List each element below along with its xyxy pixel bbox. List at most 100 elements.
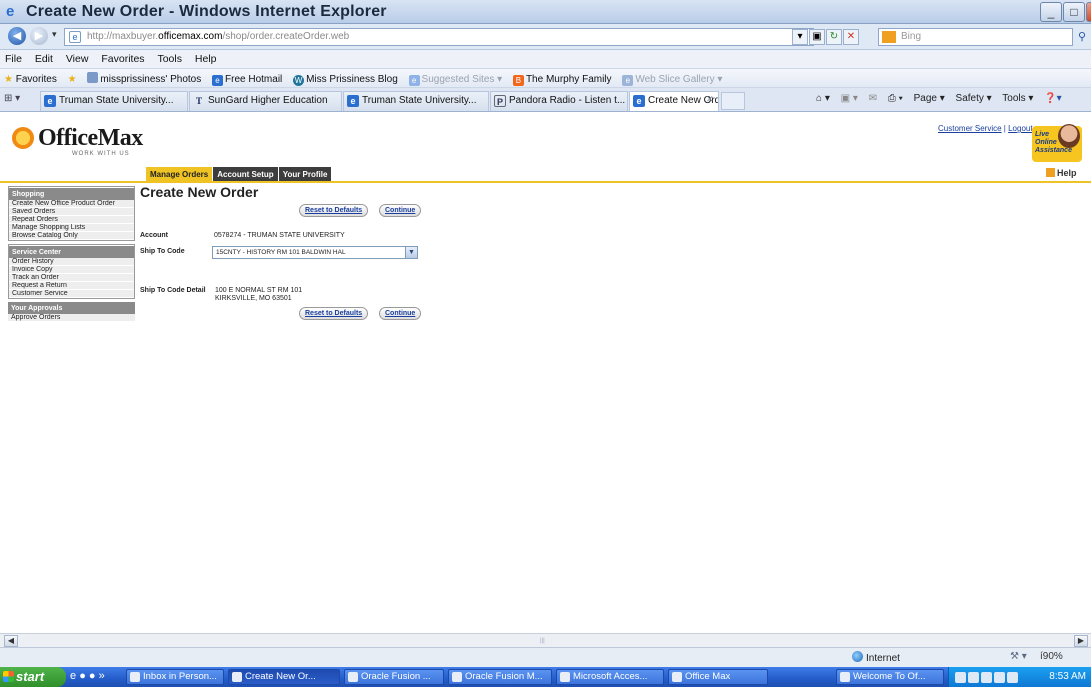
- favorite-label: The Murphy Family: [525, 74, 612, 85]
- taskbar-item-welcome[interactable]: Welcome To Of...: [836, 669, 944, 685]
- minimize-button[interactable]: _: [1040, 2, 1062, 22]
- tab-truman-2[interactable]: e Truman State University...: [343, 91, 489, 111]
- sidebar-item-create-order[interactable]: Create New Office Product Order: [9, 200, 134, 208]
- favorite-link-murphy[interactable]: B The Murphy Family: [509, 71, 616, 86]
- quick-tabs-icon[interactable]: ⊞ ▾: [4, 93, 20, 104]
- tab-sungard[interactable]: T SunGard Higher Education: [189, 91, 342, 111]
- start-button[interactable]: start: [0, 667, 66, 687]
- nav-tab-manage-orders[interactable]: Manage Orders: [146, 167, 213, 182]
- address-input[interactable]: e http://maxbuyer.officemax.com/shop/ord…: [64, 28, 814, 46]
- live-assistance-badge[interactable]: Live Online Assistance: [1032, 124, 1082, 162]
- sidebar-item-request-return[interactable]: Request a Return: [9, 282, 134, 290]
- ship-to-select[interactable]: 15CNTY - HISTORY RM 101 BALDWIN HAL ▼: [212, 246, 418, 259]
- taskbar-item-access[interactable]: Microsoft Acces...: [556, 669, 664, 685]
- safety-menu[interactable]: Safety ▾: [956, 93, 992, 104]
- favorites-label: Favorites: [15, 74, 57, 85]
- search-icon[interactable]: ⚲: [1074, 28, 1090, 46]
- tray-icon[interactable]: [968, 672, 979, 683]
- task-label: Oracle Fusion ...: [361, 671, 431, 682]
- tray-icon[interactable]: [981, 672, 992, 683]
- window-title-bar: e Create New Order - Windows Internet Ex…: [0, 0, 1091, 24]
- tray-icon[interactable]: [955, 672, 966, 683]
- scroll-left-button[interactable]: ◀: [4, 635, 18, 647]
- refresh-icon[interactable]: ↻: [826, 29, 842, 45]
- mail-icon[interactable]: ✉: [869, 93, 877, 104]
- tab-truman-1[interactable]: e Truman State University...: [40, 91, 188, 111]
- history-dropdown-icon[interactable]: ▾: [52, 29, 57, 40]
- print-icon[interactable]: ⎙ ▾: [888, 93, 903, 104]
- taskbar-item-oracle-2[interactable]: Oracle Fusion M...: [448, 669, 552, 685]
- close-tab-icon[interactable]: ✕: [706, 94, 714, 105]
- favorite-link-webslice[interactable]: e Web Slice Gallery ▾: [618, 71, 726, 86]
- add-favorite-icon[interactable]: ★: [64, 71, 81, 85]
- sidebar-item-track-order[interactable]: Track an Order: [9, 274, 134, 282]
- horizontal-scrollbar[interactable]: ◀ ||| ▶: [0, 633, 1091, 647]
- menu-edit[interactable]: Edit: [30, 50, 58, 65]
- sidebar-item-order-history[interactable]: Order History: [9, 258, 134, 266]
- stop-icon[interactable]: ✕: [843, 29, 859, 45]
- nav-tab-your-profile[interactable]: Your Profile: [278, 167, 332, 182]
- tab-bar: ⊞ ▾ e Truman State University... T SunGard…: [0, 88, 1091, 112]
- menu-file[interactable]: File: [0, 50, 27, 65]
- close-button[interactable]: X: [1086, 2, 1091, 22]
- forward-button[interactable]: ▶: [30, 27, 48, 45]
- help-label: Help: [1057, 168, 1077, 178]
- compat-view-icon[interactable]: ▣: [809, 29, 825, 45]
- customer-service-link[interactable]: Customer Service: [938, 124, 1002, 133]
- page-favicon-icon: e: [69, 31, 81, 43]
- url-dropdown-icon[interactable]: ▾: [792, 29, 808, 45]
- chevron-down-icon[interactable]: ▼: [405, 247, 417, 258]
- tools-menu[interactable]: Tools ▾: [1002, 93, 1033, 104]
- maximize-button[interactable]: □: [1063, 2, 1085, 22]
- help-icon[interactable]: ❓▾: [1044, 93, 1061, 104]
- sidebar-item-saved-orders[interactable]: Saved Orders: [9, 208, 134, 216]
- scroll-right-button[interactable]: ▶: [1074, 635, 1088, 647]
- more-quicklaunch-icon[interactable]: »: [99, 670, 105, 682]
- reset-defaults-button-top[interactable]: Reset to Defaults: [299, 204, 369, 217]
- logout-link[interactable]: Logout: [1008, 124, 1032, 133]
- sidebar-group-service: Service Center Order History Invoice Cop…: [8, 244, 135, 299]
- new-tab-button[interactable]: [721, 92, 745, 110]
- app-quicklaunch-icon[interactable]: ●: [89, 670, 96, 682]
- sidebar-item-customer-service[interactable]: Customer Service: [9, 290, 134, 298]
- continue-button-top[interactable]: Continue: [379, 204, 422, 217]
- clock[interactable]: 8:53 AM: [1049, 667, 1086, 687]
- ie-quicklaunch-icon[interactable]: e: [70, 670, 76, 682]
- menu-tools[interactable]: Tools: [152, 50, 187, 65]
- reset-defaults-button-bottom[interactable]: Reset to Defaults: [299, 307, 369, 320]
- favorites-button[interactable]: ★ Favorites: [0, 71, 61, 85]
- tab-pandora[interactable]: P Pandora Radio - Listen t...: [490, 91, 628, 111]
- favorite-link-blog[interactable]: W Miss Prissiness Blog: [289, 71, 402, 86]
- back-button[interactable]: ◀: [8, 27, 26, 45]
- sidebar-item-repeat-orders[interactable]: Repeat Orders: [9, 216, 134, 224]
- taskbar-item-create-order[interactable]: Create New Or...: [228, 669, 340, 685]
- nav-tab-account-setup[interactable]: Account Setup: [213, 167, 278, 182]
- windows-flag-icon: [3, 671, 14, 682]
- home-icon[interactable]: ⌂ ▾: [816, 93, 830, 104]
- menu-bar: File Edit View Favorites Tools Help: [0, 50, 1091, 68]
- menu-view[interactable]: View: [61, 50, 94, 65]
- sidebar-item-shopping-lists[interactable]: Manage Shopping Lists: [9, 224, 134, 232]
- taskbar-item-inbox[interactable]: Inbox in Person...: [126, 669, 224, 685]
- menu-favorites[interactable]: Favorites: [96, 50, 149, 65]
- search-input[interactable]: Bing: [878, 28, 1073, 46]
- feeds-icon[interactable]: ▣ ▾: [841, 93, 858, 104]
- favorite-link-suggested[interactable]: e Suggested Sites ▾: [405, 71, 507, 86]
- taskbar-item-office-max[interactable]: Office Max: [668, 669, 768, 685]
- sidebar-item-invoice-copy[interactable]: Invoice Copy: [9, 266, 134, 274]
- continue-button-bottom[interactable]: Continue: [379, 307, 422, 320]
- zoom-level[interactable]: í90%: [1040, 651, 1063, 662]
- firefox-quicklaunch-icon[interactable]: ●: [79, 670, 86, 682]
- favorite-link-hotmail[interactable]: e Free Hotmail: [208, 71, 286, 86]
- zone-label: Internet: [866, 653, 900, 664]
- menu-help[interactable]: Help: [190, 50, 222, 65]
- tray-icon[interactable]: [994, 672, 1005, 683]
- page-menu[interactable]: Page ▾: [914, 93, 945, 104]
- help-link[interactable]: Help: [1046, 168, 1077, 178]
- sidebar-item-approve-orders[interactable]: Approve Orders: [8, 314, 135, 322]
- sidebar-item-browse-catalog[interactable]: Browse Catalog Only: [9, 232, 134, 240]
- favorite-link-photos[interactable]: missprissiness' Photos: [83, 69, 205, 85]
- protected-mode-icon[interactable]: ⚒ ▾: [1010, 651, 1027, 662]
- tray-icon[interactable]: [1007, 672, 1018, 683]
- taskbar-item-oracle-1[interactable]: Oracle Fusion ...: [344, 669, 444, 685]
